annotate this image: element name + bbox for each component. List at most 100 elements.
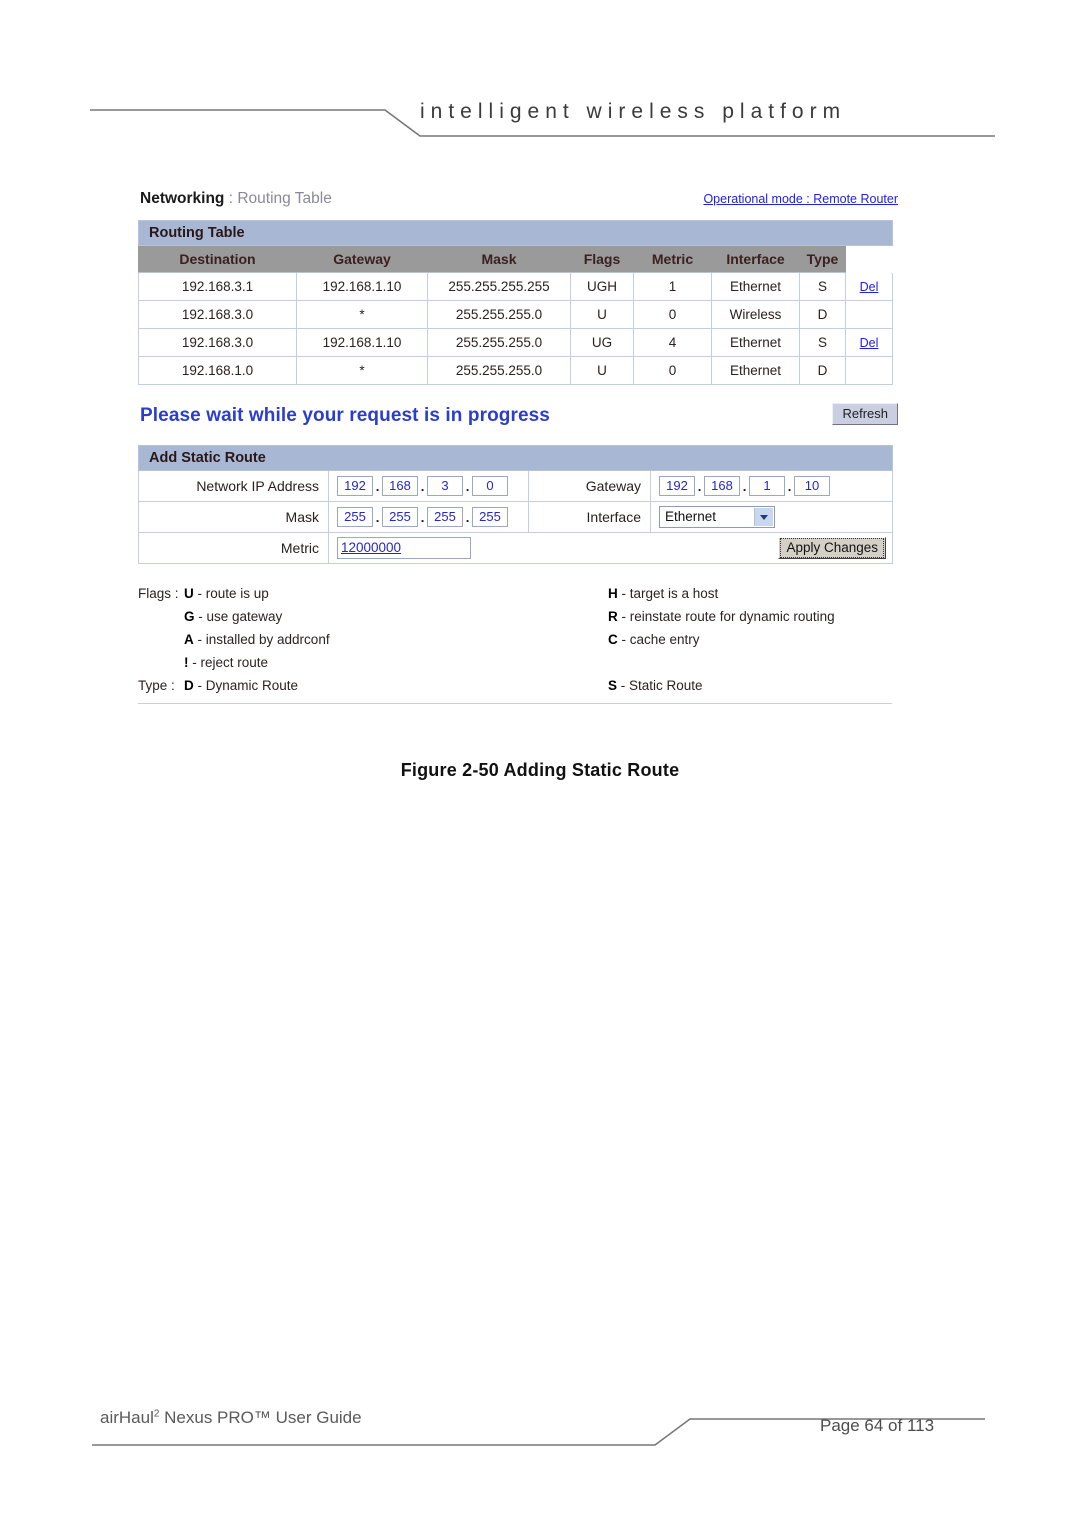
- legend-flag-r-code: R: [608, 609, 618, 624]
- network-ip-label: Network IP Address: [138, 470, 329, 502]
- footer-title-pre: airHaul: [100, 1408, 154, 1427]
- ip-dot: .: [420, 478, 425, 494]
- cell-mask: 255.255.255.0: [427, 300, 571, 329]
- legend-divider: [138, 703, 892, 704]
- cell-mask: 255.255.255.0: [427, 356, 571, 385]
- routing-table-title: Routing Table: [137, 220, 894, 246]
- legend-spacer-2: [138, 632, 184, 647]
- mask-label: Mask: [138, 501, 329, 533]
- cell-gateway: 192.168.1.10: [296, 272, 428, 301]
- table-row: 192.168.3.1 192.168.1.10 255.255.255.255…: [138, 272, 894, 301]
- legend-flag-a: A - installed by addrconf: [184, 632, 608, 647]
- mask-octet-4[interactable]: 255: [472, 507, 508, 527]
- cell-interface: Ethernet: [711, 356, 800, 385]
- chevron-down-icon[interactable]: [754, 508, 773, 526]
- column-header-metric: Metric: [633, 245, 712, 273]
- banner-rule-graphic: [90, 109, 995, 137]
- network-ip-field: 192. 168. 3. 0: [328, 470, 529, 502]
- table-row: 192.168.3.0 * 255.255.255.0 U 0 Wireless…: [138, 300, 894, 329]
- ip-dot: .: [787, 478, 792, 494]
- legend-flag-g: G - use gateway: [184, 609, 608, 624]
- footer-document-title: airHaul2 Nexus PRO™ User Guide: [100, 1408, 362, 1428]
- ip-dot: .: [465, 478, 470, 494]
- page-footer: airHaul2 Nexus PRO™ User Guide Page 64 o…: [0, 1390, 1080, 1470]
- add-static-route-title: Add Static Route: [138, 445, 893, 471]
- ip-dot: .: [465, 509, 470, 525]
- table-row: 192.168.1.0 * 255.255.255.0 U 0 Ethernet…: [138, 356, 894, 385]
- page-header-banner: intelligent wireless platform: [0, 0, 1080, 150]
- ip-dot: .: [375, 478, 380, 494]
- metric-input[interactable]: 12000000: [337, 537, 471, 559]
- legend-type-d-desc: - Dynamic Route: [193, 678, 299, 693]
- legend-flag-c-desc: - cache entry: [617, 632, 700, 647]
- routing-table-title-row: Routing Table: [137, 220, 894, 246]
- legend-type-key: Type :: [138, 678, 175, 693]
- operational-mode-link[interactable]: Operational mode : Remote Router: [703, 192, 898, 206]
- form-row-metric: Metric 12000000 Apply Changes: [138, 532, 893, 564]
- cell-gateway: *: [296, 356, 428, 385]
- ip-dot: .: [375, 509, 380, 525]
- cell-metric: 4: [633, 328, 712, 357]
- cell-flags: UG: [570, 328, 634, 357]
- column-header-destination: Destination: [138, 245, 297, 273]
- legend-type-s-desc: - Static Route: [617, 678, 703, 693]
- footer-page-number: Page 64 of 113: [820, 1416, 935, 1435]
- gateway-octet-3[interactable]: 1: [749, 476, 785, 496]
- status-message: Please wait while your request is in pro…: [140, 405, 550, 426]
- cell-action: [844, 300, 894, 329]
- ip-dot: .: [742, 478, 747, 494]
- delete-route-link[interactable]: Del: [860, 336, 879, 350]
- cell-mask: 255.255.255.0: [427, 328, 571, 357]
- form-row-mask: Mask 255. 255. 255. 255 Interface Ethernet: [138, 501, 893, 533]
- cell-flags: U: [570, 356, 634, 385]
- column-header-action: [844, 245, 894, 273]
- network-ip-octet-1[interactable]: 192: [337, 476, 373, 496]
- legend-spacer-1: [138, 609, 184, 624]
- gateway-octet-1[interactable]: 192: [659, 476, 695, 496]
- legend-flag-r: R - reinstate route for dynamic routing: [608, 609, 892, 624]
- cell-destination: 192.168.3.0: [138, 328, 297, 357]
- delete-route-link[interactable]: Del: [860, 280, 879, 294]
- cell-flags: UGH: [570, 272, 634, 301]
- column-header-mask: Mask: [427, 245, 571, 273]
- cell-metric: 0: [633, 300, 712, 329]
- refresh-button[interactable]: Refresh: [832, 403, 898, 425]
- form-row-network-ip: Network IP Address 192. 168. 3. 0 Gateway 1…: [138, 470, 893, 502]
- legend-flag-h-desc: - target is a host: [617, 586, 719, 601]
- cell-interface: Wireless: [711, 300, 800, 329]
- column-header-flags: Flags: [570, 245, 634, 273]
- cell-flags: U: [570, 300, 634, 329]
- legend-blank: [608, 655, 892, 670]
- apply-changes-button[interactable]: Apply Changes: [778, 537, 886, 559]
- footer-title-post: Nexus PRO™ User Guide: [159, 1408, 362, 1427]
- mask-field: 255. 255. 255. 255: [328, 501, 529, 533]
- routing-table-header-row: Destination Gateway Mask Flags Metric In…: [138, 245, 894, 273]
- legend-flag-a-code: A: [184, 632, 194, 647]
- cell-type: S: [799, 328, 846, 357]
- apply-changes-label: Apply Changes: [780, 538, 884, 558]
- mask-octet-2[interactable]: 255: [382, 507, 418, 527]
- network-ip-octet-2[interactable]: 168: [382, 476, 418, 496]
- mask-octet-1[interactable]: 255: [337, 507, 373, 527]
- legend-flag-g-code: G: [184, 609, 195, 624]
- legend-flag-reject-desc: - reject route: [188, 655, 269, 670]
- cell-gateway: 192.168.1.10: [296, 328, 428, 357]
- cell-destination: 192.168.3.1: [138, 272, 297, 301]
- router-admin-screenshot: Networking : Routing Table Operational m…: [137, 190, 898, 704]
- add-static-route-title-row: Add Static Route: [138, 445, 893, 471]
- gateway-octet-4[interactable]: 10: [794, 476, 830, 496]
- ip-dot: .: [697, 478, 702, 494]
- mask-octet-3[interactable]: 255: [427, 507, 463, 527]
- interface-select[interactable]: Ethernet: [659, 506, 775, 528]
- legend-flag-h: H - target is a host: [608, 586, 892, 601]
- network-ip-octet-3[interactable]: 3: [427, 476, 463, 496]
- cell-metric: 1: [633, 272, 712, 301]
- breadcrumb-row: Networking : Routing Table Operational m…: [138, 190, 898, 220]
- network-ip-octet-4[interactable]: 0: [472, 476, 508, 496]
- breadcrumb: Networking : Routing Table: [140, 190, 332, 208]
- cell-type: D: [799, 356, 846, 385]
- column-header-gateway: Gateway: [296, 245, 428, 273]
- legend-flag-r-desc: - reinstate route for dynamic routing: [617, 609, 835, 624]
- legend-flag-h-code: H: [608, 586, 618, 601]
- gateway-octet-2[interactable]: 168: [704, 476, 740, 496]
